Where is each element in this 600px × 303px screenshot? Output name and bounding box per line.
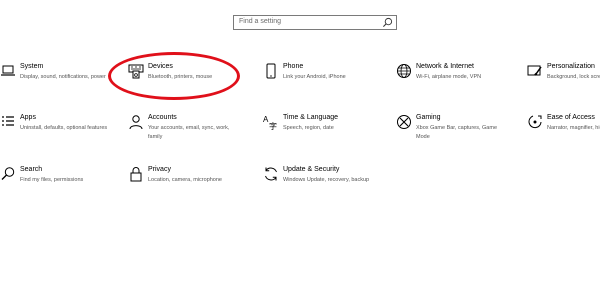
tile-title: Privacy <box>148 166 171 173</box>
person-icon <box>129 115 143 130</box>
search-icon <box>1 167 15 180</box>
tile-description: Speech, region, date <box>283 125 334 131</box>
phone-icon <box>266 63 276 79</box>
sync-arrows-icon <box>265 167 277 181</box>
search-icon <box>382 17 393 28</box>
tile-title: Accounts <box>148 114 177 121</box>
tile-ease-of-access[interactable]: Ease of Access Narrator, magnifier, high… <box>527 114 600 158</box>
tile-title: Gaming <box>416 114 441 121</box>
tile-title: Ease of Access <box>547 114 595 121</box>
keyboard-speaker-icon <box>128 64 144 79</box>
tile-privacy[interactable]: Privacy Location, camera, microphone <box>128 166 248 210</box>
tile-description: Windows Update, recovery, backup <box>283 177 370 183</box>
xbox-icon <box>397 115 411 129</box>
tile-description: Your accounts, email, sync, work, family <box>148 125 230 140</box>
tile-title: Update & Security <box>283 166 340 173</box>
tile-devices[interactable]: Devices Bluetooth, printers, mouse <box>128 63 248 107</box>
tile-title: Network & Internet <box>416 63 474 70</box>
tile-gaming[interactable]: Gaming Xbox Game Bar, captures, Game Mod… <box>396 114 516 158</box>
tile-description: Find my files, permissions <box>20 177 84 183</box>
tile-description: Location, camera, microphone <box>148 177 222 183</box>
paintbrush-icon <box>527 65 542 76</box>
tile-time-language[interactable]: A 字 Time & Language Speech, region, date <box>263 114 383 158</box>
tile-description: Link your Android, iPhone <box>283 74 346 80</box>
search-input[interactable]: Find a setting <box>233 15 397 30</box>
time-language-icon: A 字 <box>263 115 277 130</box>
tile-search[interactable]: Search Find my files, permissions <box>0 166 120 210</box>
tile-description: Wi-Fi, airplane mode, VPN <box>416 74 482 80</box>
tile-title: Devices <box>148 63 173 70</box>
tile-title: Phone <box>283 63 304 70</box>
apps-list-icon <box>2 116 14 126</box>
tile-phone[interactable]: Phone Link your Android, iPhone <box>263 63 383 107</box>
tile-description: Narrator, magnifier, high contrast <box>547 125 600 131</box>
tile-apps[interactable]: Apps Uninstall, defaults, optional featu… <box>0 114 120 158</box>
tile-description: Display, sound, notifications, power <box>20 74 106 80</box>
tile-title: Time & Language <box>283 114 338 121</box>
tile-accounts[interactable]: Accounts Your accounts, email, sync, wor… <box>128 114 248 158</box>
ease-of-access-icon <box>528 115 542 129</box>
tile-description: Bluetooth, printers, mouse <box>148 74 213 80</box>
tile-description: Uninstall, defaults, optional features <box>20 125 108 131</box>
tile-description: Xbox Game Bar, captures, Game Mode <box>416 125 498 140</box>
tile-title: Personalization <box>547 63 595 70</box>
tile-description: Background, lock screen, colors <box>547 74 600 80</box>
svg-text:字: 字 <box>269 121 277 130</box>
tile-title: System <box>20 63 44 70</box>
tile-update-security[interactable]: Update & Security Windows Update, recove… <box>263 166 383 210</box>
laptop-icon <box>1 65 15 76</box>
tile-title: Search <box>20 166 43 173</box>
tile-personalization[interactable]: Personalization Background, lock screen,… <box>527 63 600 107</box>
tile-title: Apps <box>20 114 36 121</box>
search-placeholder: Find a setting <box>239 18 282 25</box>
globe-icon <box>397 64 411 78</box>
lock-icon <box>130 167 142 182</box>
tile-network-internet[interactable]: Network & Internet Wi-Fi, airplane mode,… <box>396 63 516 107</box>
tile-system[interactable]: System Display, sound, notifications, po… <box>0 63 120 107</box>
